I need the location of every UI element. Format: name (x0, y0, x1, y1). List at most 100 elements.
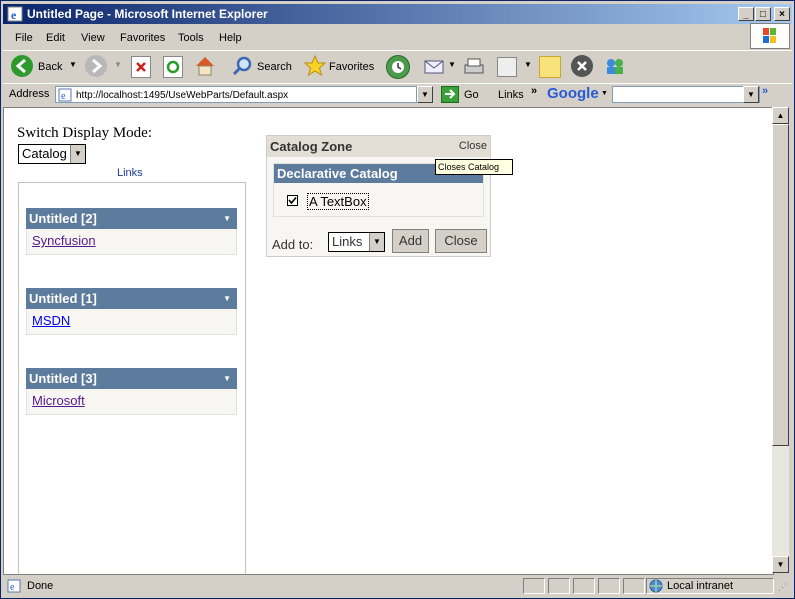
history-icon[interactable] (386, 55, 410, 79)
status-bar: e Done Local intranet ⋰ (3, 576, 792, 596)
maximize-button[interactable]: □ (755, 7, 771, 21)
mail-icon[interactable] (423, 56, 445, 76)
vertical-scrollbar[interactable]: ▲ ▼ (772, 107, 789, 573)
add-to-value: Links (332, 234, 363, 249)
webpart-header: Untitled [2] ▼ (26, 208, 237, 229)
webpart-body: MSDN (26, 309, 237, 335)
scroll-up-icon[interactable]: ▲ (772, 107, 789, 124)
chevron-down-icon: ▼ (70, 145, 85, 163)
svg-text:e: e (10, 582, 15, 593)
google-search-input[interactable] (612, 86, 760, 103)
page-content: Switch Display Mode: Catalog ▼ Links Unt… (3, 107, 774, 575)
edit-icon[interactable] (497, 57, 517, 77)
intranet-globe-icon (649, 579, 663, 593)
back-label[interactable]: Back (38, 61, 62, 73)
forward-dropdown-icon[interactable]: ▼ (114, 60, 122, 69)
address-label: Address (9, 88, 50, 100)
back-dropdown-icon[interactable]: ▼ (69, 60, 77, 69)
menu-tools[interactable]: Tools (178, 32, 204, 44)
menu-edit[interactable]: Edit (46, 32, 65, 44)
favorites-label[interactable]: Favorites (329, 61, 374, 73)
google-toolbar-chevron-icon[interactable]: » (762, 85, 768, 97)
address-dropdown-icon[interactable]: ▼ (417, 86, 433, 103)
microsoft-link[interactable]: Microsoft (32, 393, 85, 408)
webpart-title: Untitled [3] (29, 371, 97, 386)
verbs-menu-icon[interactable]: ▼ (223, 208, 231, 229)
status-panel (623, 578, 645, 594)
menu-bar: File Edit View Favorites Tools Help (3, 28, 792, 48)
mail-dropdown-icon[interactable]: ▼ (448, 60, 456, 69)
search-label[interactable]: Search (257, 61, 292, 73)
minimize-button[interactable]: _ (738, 7, 754, 21)
webpart-title: Untitled [2] (29, 211, 97, 226)
messenger-stop-icon[interactable] (571, 55, 593, 77)
add-button[interactable]: Add (392, 229, 429, 253)
resize-grip-icon[interactable]: ⋰ (778, 582, 787, 593)
switch-display-mode-label: Switch Display Mode: (17, 125, 152, 141)
standard-toolbar: Back ▼ ▼ Search Favorites ▼ ▼ (3, 50, 792, 83)
zone-title: Links (117, 167, 143, 179)
menu-view[interactable]: View (81, 32, 105, 44)
google-logo[interactable]: Google (547, 85, 599, 102)
address-bar: Address e http://localhost:1495/UseWebPa… (3, 83, 792, 106)
status-page-icon: e (7, 579, 21, 593)
status-text: Done (27, 580, 54, 592)
discuss-icon[interactable] (539, 56, 561, 78)
edit-dropdown-icon[interactable]: ▼ (524, 60, 532, 69)
catalog-zone: Catalog Zone Close Declarative Catalog A… (266, 135, 491, 257)
address-url: http://localhost:1495/UseWebParts/Defaul… (76, 90, 289, 101)
scroll-down-icon[interactable]: ▼ (772, 556, 789, 573)
window-title: Untitled Page - Microsoft Internet Explo… (27, 7, 268, 21)
display-mode-select[interactable]: Catalog ▼ (18, 144, 86, 164)
verbs-menu-icon[interactable]: ▼ (223, 368, 231, 389)
catalog-close-link[interactable]: Close (459, 140, 487, 152)
msdn-link[interactable]: MSDN (32, 313, 70, 328)
tooltip: Closes Catalog (435, 159, 513, 175)
messenger-icon[interactable] (603, 55, 627, 77)
zone-label: Local intranet (667, 580, 734, 592)
webpart-header: Untitled [1] ▼ (26, 288, 237, 309)
refresh-icon[interactable] (163, 56, 183, 78)
webpart-untitled-2: Untitled [2] ▼ Syncfusion (26, 208, 237, 255)
chevron-down-icon: ▼ (369, 233, 384, 251)
page-icon: e (58, 88, 72, 102)
menu-favorites[interactable]: Favorites (120, 32, 165, 44)
textbox-item-label[interactable]: A TextBox (307, 193, 369, 210)
webpart-untitled-1: Untitled [1] ▼ MSDN (26, 288, 237, 335)
close-catalog-button[interactable]: Close (435, 229, 487, 253)
address-input[interactable]: e http://localhost:1495/UseWebParts/Defa… (55, 86, 417, 103)
close-button[interactable]: × (774, 7, 790, 21)
status-panel (573, 578, 595, 594)
forward-icon[interactable] (85, 55, 107, 77)
webpart-body: Syncfusion (26, 229, 237, 255)
favorites-star-icon[interactable] (303, 54, 327, 78)
add-to-select[interactable]: Links ▼ (328, 232, 385, 252)
ie-icon: e (7, 6, 23, 22)
menu-help[interactable]: Help (219, 32, 242, 44)
home-icon[interactable] (193, 54, 217, 78)
windows-logo-icon (750, 23, 790, 49)
status-panel (598, 578, 620, 594)
links-label[interactable]: Links (498, 89, 524, 101)
search-icon[interactable] (231, 55, 253, 77)
syncfusion-link[interactable]: Syncfusion (32, 233, 96, 248)
menu-file[interactable]: File (15, 32, 33, 44)
scroll-thumb[interactable] (772, 124, 789, 446)
status-panel (523, 578, 545, 594)
go-button[interactable]: Go (464, 89, 479, 101)
print-icon[interactable] (462, 56, 486, 78)
back-icon[interactable] (11, 55, 33, 77)
title-bar[interactable]: e Untitled Page - Microsoft Internet Exp… (3, 4, 792, 24)
google-dropdown-icon[interactable]: ▼ (601, 90, 608, 97)
browser-window: e Untitled Page - Microsoft Internet Exp… (0, 0, 795, 599)
stop-icon[interactable] (131, 56, 151, 78)
google-search-dropdown-icon[interactable]: ▼ (743, 86, 759, 103)
webpart-untitled-3: Untitled [3] ▼ Microsoft (26, 368, 237, 415)
verbs-menu-icon[interactable]: ▼ (223, 288, 231, 309)
webpart-body: Microsoft (26, 389, 237, 415)
links-chevron-icon[interactable]: » (531, 85, 537, 97)
catalog-zone-title: Catalog Zone (270, 139, 353, 154)
links-webpart-zone: Untitled [2] ▼ Syncfusion Untitled [1] ▼… (18, 182, 246, 574)
go-arrow-icon[interactable] (441, 86, 459, 103)
textbox-checkbox[interactable] (287, 195, 298, 206)
